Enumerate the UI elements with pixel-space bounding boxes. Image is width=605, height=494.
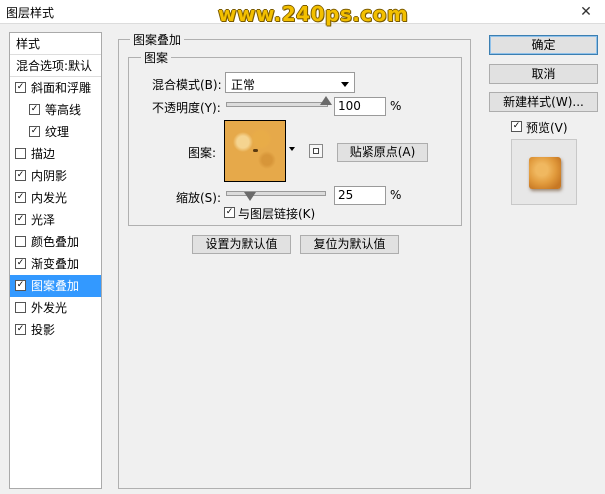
style-item-label: 内阴影	[31, 169, 68, 183]
style-item-label: 内发光	[31, 191, 68, 205]
snap-to-origin-button[interactable]: 贴紧原点(A)	[337, 143, 428, 162]
style-item-label: 等高线	[45, 103, 82, 117]
ok-button[interactable]: 确定	[489, 35, 598, 55]
style-item[interactable]: ✓ 光泽	[10, 209, 101, 231]
scale-label: 缩放(S):	[176, 191, 222, 205]
style-item-label: 投影	[31, 323, 56, 337]
group-title: 图案叠加	[130, 31, 185, 48]
style-item[interactable]: ✓ 图案叠加	[10, 275, 101, 297]
style-item-label: 颜色叠加	[31, 235, 80, 249]
style-item[interactable]: 颜色叠加	[10, 231, 101, 253]
link-with-layer-checkbox[interactable]: ✓	[224, 207, 235, 218]
style-item-checkbox[interactable]: ✓	[15, 192, 26, 203]
style-item-label: 光泽	[31, 213, 56, 227]
scale-slider-thumb[interactable]	[244, 192, 256, 201]
reset-default-button[interactable]: 复位为默认值	[300, 235, 399, 254]
preview-label: 预览(V)	[526, 121, 568, 135]
style-item-label: 渐变叠加	[31, 257, 80, 271]
style-item-checkbox[interactable]	[15, 236, 26, 247]
subgroup-title: 图案	[141, 49, 172, 66]
cancel-button[interactable]: 取消	[489, 64, 598, 84]
watermark: www.240ps.com	[218, 2, 409, 26]
title-bar: 图层样式 www.240ps.com ✕	[0, 0, 605, 26]
window-title: 图层样式	[6, 6, 55, 20]
close-button[interactable]: ✕	[574, 2, 598, 22]
style-item-checkbox[interactable]: ✓	[15, 82, 26, 93]
style-preview	[511, 139, 577, 205]
chevron-down-icon	[341, 82, 349, 87]
styles-header[interactable]: 样式	[10, 33, 101, 55]
scale-slider-track[interactable]	[226, 191, 326, 196]
link-with-layer-label: 与图层链接(K)	[238, 207, 316, 221]
opacity-slider-track[interactable]	[226, 102, 328, 107]
preview-checkbox[interactable]: ✓	[511, 121, 522, 132]
style-item-checkbox[interactable]	[15, 148, 26, 159]
new-style-button[interactable]: 新建样式(W)...	[489, 92, 598, 112]
style-item[interactable]: ✓ 内发光	[10, 187, 101, 209]
style-item[interactable]: 描边	[10, 143, 101, 165]
style-item[interactable]: ✓ 等高线	[10, 99, 101, 121]
blend-mode-select[interactable]: 正常	[225, 72, 355, 93]
style-item-label: 外发光	[31, 301, 68, 315]
scale-input[interactable]: 25	[334, 186, 386, 205]
opacity-slider-thumb[interactable]	[320, 96, 332, 105]
style-item-checkbox[interactable]: ✓	[29, 126, 40, 137]
blend-mode-value: 正常	[231, 78, 256, 92]
opacity-unit: %	[390, 99, 402, 113]
style-item[interactable]: ✓ 纹理	[10, 121, 101, 143]
style-item-checkbox[interactable]: ✓	[15, 258, 26, 269]
scale-unit: %	[390, 188, 402, 202]
style-item-checkbox[interactable]: ✓	[15, 324, 26, 335]
blending-options-item[interactable]: 混合选项:默认	[10, 55, 101, 77]
pattern-label: 图案:	[188, 146, 217, 160]
style-item-checkbox[interactable]: ✓	[15, 280, 26, 291]
style-item[interactable]: 外发光	[10, 297, 101, 319]
styles-list: 样式 混合选项:默认 ✓ 斜面和浮雕 ✓ 等高线 ✓ 纹理描边 ✓ 内阴影 ✓ 内发光 ✓ 光泽颜色叠…	[9, 32, 102, 489]
style-item-label: 纹理	[45, 125, 70, 139]
pattern-swatch[interactable]	[224, 120, 286, 182]
chevron-down-icon	[289, 147, 295, 151]
preview-thumbnail	[529, 157, 561, 189]
style-item-label: 图案叠加	[31, 279, 80, 293]
opacity-label: 不透明度(Y):	[152, 101, 221, 115]
style-item[interactable]: ✓ 内阴影	[10, 165, 101, 187]
new-preset-icon[interactable]	[309, 144, 323, 158]
blend-mode-label: 混合模式(B):	[152, 78, 222, 92]
opacity-input[interactable]: 100	[334, 97, 386, 116]
style-item-label: 描边	[31, 147, 56, 161]
style-item-checkbox[interactable]: ✓	[15, 170, 26, 181]
style-item[interactable]: ✓ 投影	[10, 319, 101, 341]
style-item[interactable]: ✓ 斜面和浮雕	[10, 77, 101, 99]
style-item-checkbox[interactable]	[15, 302, 26, 313]
pattern-picker-dropdown[interactable]	[287, 120, 297, 182]
style-item-label: 斜面和浮雕	[31, 81, 92, 95]
style-item-checkbox[interactable]: ✓	[15, 214, 26, 225]
style-item[interactable]: ✓ 渐变叠加	[10, 253, 101, 275]
make-default-button[interactable]: 设置为默认值	[192, 235, 291, 254]
style-item-checkbox[interactable]: ✓	[29, 104, 40, 115]
